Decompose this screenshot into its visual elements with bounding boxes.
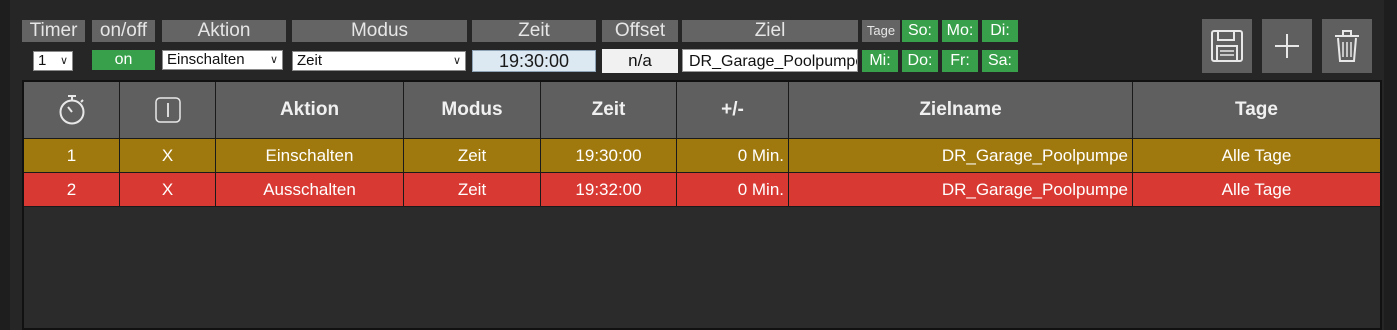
- cell-zeit: 19:32:00: [541, 173, 677, 206]
- cell-tage: Alle Tage: [1221, 146, 1292, 165]
- save-button[interactable]: [1202, 19, 1252, 73]
- column-modus[interactable]: Modus: [404, 82, 541, 138]
- cell-aktion: Ausschalten: [216, 173, 404, 206]
- aktion-header-label: Aktion: [197, 20, 251, 41]
- stopwatch-icon: [59, 95, 84, 125]
- column-aktion[interactable]: Aktion: [216, 82, 404, 138]
- timer-header-label: Timer: [29, 20, 78, 41]
- power-icon: [154, 97, 181, 123]
- cell-onoff: X: [120, 173, 216, 206]
- delete-button[interactable]: [1322, 19, 1372, 73]
- zeit-header: Zeit: [472, 20, 596, 42]
- aktion-select[interactable]: Einschalten ∨: [162, 50, 283, 70]
- offset-header: Offset: [602, 20, 678, 42]
- chevron-down-icon: ∨: [269, 54, 278, 66]
- day-friday-toggle[interactable]: Fr:: [942, 50, 978, 72]
- table-header: Aktion Modus Zeit +/- Zielname Tage: [24, 82, 1380, 139]
- cell-zeit: 19:30:00: [541, 139, 677, 172]
- chevron-down-icon: ∨: [59, 55, 68, 67]
- onoff-header: on/off: [92, 20, 155, 42]
- timer-header: Timer: [22, 20, 85, 42]
- zeit-input[interactable]: 19:30:00: [472, 50, 596, 72]
- day-monday-toggle[interactable]: Mo:: [942, 20, 978, 42]
- ziel-header-label: Ziel: [754, 20, 786, 41]
- timer-table: Aktion Modus Zeit +/- Zielname Tage 1 X …: [22, 80, 1382, 330]
- column-timer-nr[interactable]: [24, 82, 120, 138]
- cell-aktion: Einschalten: [216, 139, 404, 172]
- add-button[interactable]: [1262, 19, 1312, 73]
- chevron-down-icon: ∨: [452, 55, 461, 67]
- day-wednesday-toggle[interactable]: Mi:: [862, 50, 898, 72]
- aktion-select-value: Einschalten: [167, 51, 245, 68]
- cell-tage: Alle Tage: [1221, 180, 1292, 199]
- column-onoff[interactable]: [120, 82, 216, 138]
- cell-offset: 0 Min.: [677, 139, 789, 172]
- plus-icon: [1275, 34, 1299, 58]
- column-offset[interactable]: +/-: [677, 82, 789, 138]
- ziel-input[interactable]: DR_Garage_Poolpumpe: [682, 49, 858, 72]
- onoff-header-label: on/off: [99, 20, 148, 41]
- cell-onoff: X: [120, 139, 216, 172]
- timer-select-value: 1: [38, 52, 47, 69]
- cell-zielname: DR_Garage_Poolpumpe: [789, 139, 1133, 172]
- offset-header-label: Offset: [614, 20, 666, 41]
- cell-modus: Zeit: [404, 139, 541, 172]
- offset-input[interactable]: n/a: [602, 49, 678, 73]
- aktion-header: Aktion: [162, 20, 286, 42]
- zeit-header-label: Zeit: [518, 20, 550, 41]
- modus-select[interactable]: Zeit ∨: [292, 51, 466, 71]
- day-thursday-toggle[interactable]: Do:: [902, 50, 938, 72]
- cell-nr: 1: [24, 139, 120, 172]
- trash-icon: [1335, 30, 1359, 62]
- timer-select[interactable]: 1 ∨: [33, 51, 73, 71]
- table-row[interactable]: 1 X Einschalten Zeit 19:30:00 0 Min. DR_…: [24, 139, 1380, 173]
- ziel-header: Ziel: [682, 20, 858, 42]
- column-tage[interactable]: Tage: [1133, 82, 1380, 138]
- day-tuesday-toggle[interactable]: Di:: [982, 20, 1018, 42]
- tage-label: Tage: [862, 20, 900, 42]
- modus-header: Modus: [292, 20, 467, 42]
- floppy-disk-icon: [1211, 30, 1243, 62]
- table-row[interactable]: 2 X Ausschalten Zeit 19:32:00 0 Min. DR_…: [24, 173, 1380, 207]
- column-zeit[interactable]: Zeit: [541, 82, 677, 138]
- cell-offset: 0 Min.: [677, 173, 789, 206]
- cell-nr: 2: [24, 173, 120, 206]
- onoff-toggle-button[interactable]: on: [92, 50, 155, 70]
- day-sunday-toggle[interactable]: So:: [902, 20, 938, 42]
- day-saturday-toggle[interactable]: Sa:: [982, 50, 1018, 72]
- modus-select-value: Zeit: [297, 52, 323, 69]
- cell-modus: Zeit: [404, 173, 541, 206]
- modus-header-label: Modus: [350, 20, 409, 41]
- cell-zielname: DR_Garage_Poolpumpe: [789, 173, 1133, 206]
- column-zielname[interactable]: Zielname: [789, 82, 1133, 138]
